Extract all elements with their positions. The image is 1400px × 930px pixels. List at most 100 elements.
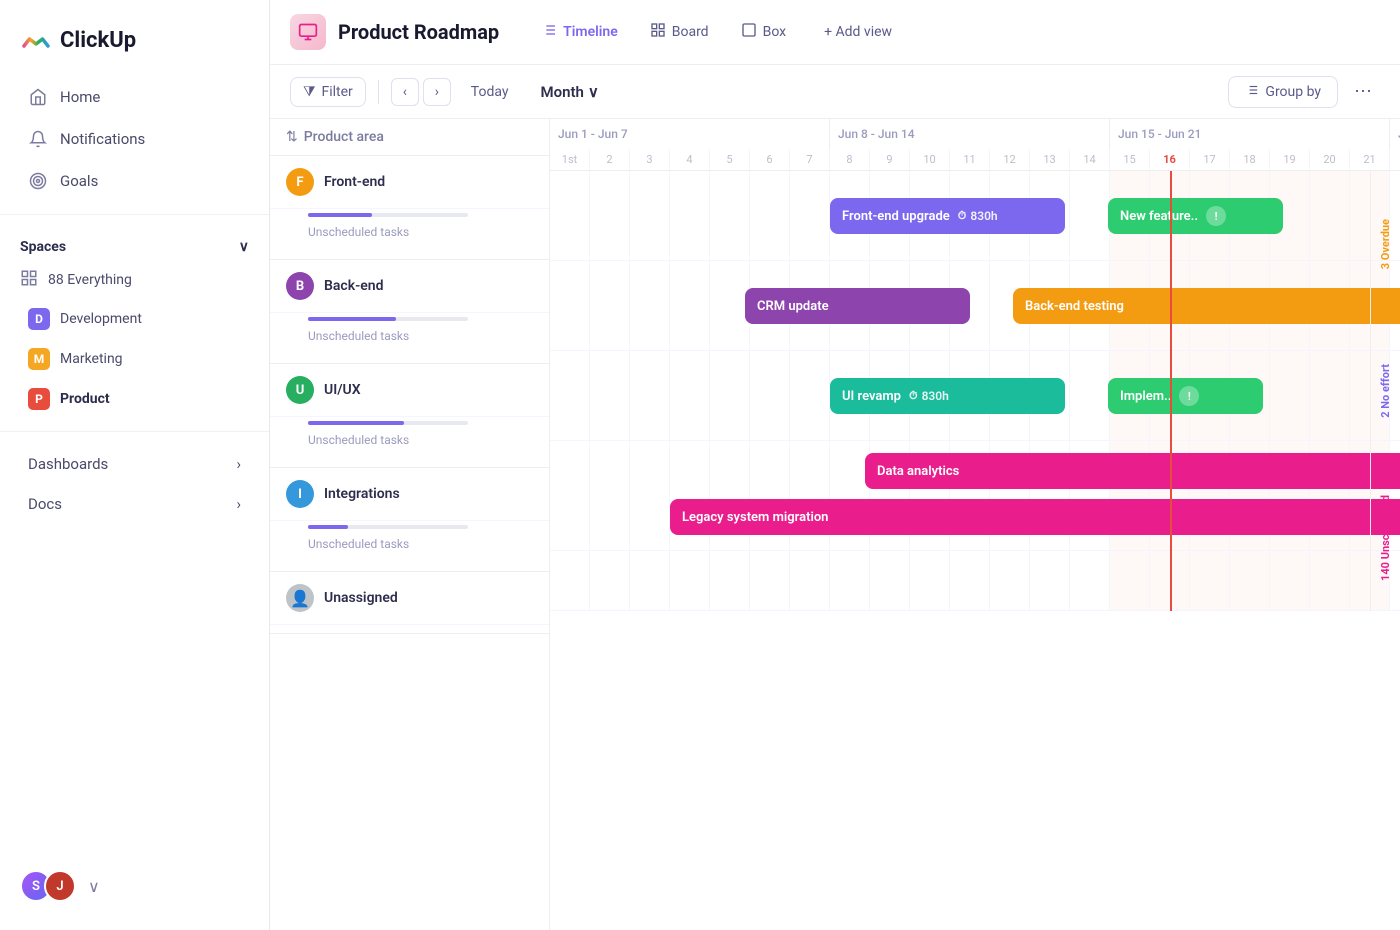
bar-alert-icon: !	[1206, 206, 1226, 226]
side-labels: 3 Overdue 2 No effort 140 Unscheduled	[1370, 171, 1400, 611]
bar-new-feature[interactable]: New feature.. !	[1108, 198, 1283, 234]
group-by-icon	[1245, 83, 1259, 101]
week-jun1-label: Jun 1 - Jun 7	[558, 127, 628, 141]
sidebar-item-notifications[interactable]: Notifications	[8, 119, 261, 159]
bar-label: Back-end testing	[1025, 299, 1124, 314]
sidebar-item-everything[interactable]: 88 Everything	[0, 261, 269, 299]
group-row-backend[interactable]: B Back-end	[270, 260, 549, 313]
project-icon	[290, 14, 326, 50]
user-dropdown-icon[interactable]: ∨	[88, 877, 100, 896]
month-button[interactable]: Month ∨	[529, 77, 611, 107]
bar-label: Implem..	[1120, 389, 1171, 404]
unscheduled-label-uiux: Unscheduled tasks	[308, 433, 549, 447]
bar-frontend-upgrade[interactable]: Front-end upgrade ⏱830h	[830, 198, 1065, 234]
sidebar-item-development[interactable]: D Development	[8, 300, 261, 338]
day-3: 3	[630, 149, 670, 170]
tab-board[interactable]: Board	[636, 16, 723, 48]
development-label: Development	[60, 311, 142, 327]
group-row-frontend[interactable]: F Front-end	[270, 156, 549, 209]
timeline-row-backend: CRM update Back-end testing	[550, 261, 1400, 351]
sidebar-item-marketing[interactable]: M Marketing	[8, 340, 261, 378]
day-4: 4	[670, 149, 710, 170]
home-label: Home	[60, 88, 100, 106]
week-jun15-label: Jun 15 - Jun 21	[1118, 127, 1201, 141]
column-header: ⇅ Product area	[270, 119, 549, 156]
bar-legacy-migration[interactable]: Legacy system migration ⏱830h	[670, 499, 1400, 535]
group-unassigned: 👤 Unassigned	[270, 572, 549, 634]
day-20: 20	[1310, 149, 1350, 170]
sidebar-item-goals[interactable]: Goals	[8, 161, 261, 201]
sidebar-item-product[interactable]: P Product	[8, 380, 261, 418]
dashboards-expand-icon: ›	[236, 455, 241, 473]
filter-button[interactable]: ⧩ Filter	[290, 77, 366, 107]
avatar-integrations: I	[286, 480, 314, 508]
timeline-area: ⇅ Product area F Front-end Unscheduled t…	[270, 119, 1400, 930]
group-row-unassigned[interactable]: 👤 Unassigned	[270, 572, 549, 625]
group-row-uiux[interactable]: U UI/UX	[270, 364, 549, 417]
unscheduled-side-label: 140 Unscheduled	[1375, 483, 1396, 593]
group-row-integrations[interactable]: I Integrations	[270, 468, 549, 521]
day-7: 7	[790, 149, 830, 170]
bar-label: Front-end upgrade	[842, 209, 950, 224]
bar-implement[interactable]: Implem.. !	[1108, 378, 1263, 414]
bar-ui-revamp[interactable]: UI revamp ⏱830h	[830, 378, 1065, 414]
today-button[interactable]: Today	[459, 78, 521, 106]
sidebar-item-dashboards[interactable]: Dashboards ›	[8, 445, 261, 483]
bar-label: CRM update	[757, 299, 829, 314]
sidebar-item-docs[interactable]: Docs ›	[8, 485, 261, 523]
add-view-button[interactable]: + Add view	[812, 18, 904, 46]
avatar-unassigned: 👤	[286, 584, 314, 612]
unscheduled-label-backend: Unscheduled tasks	[308, 329, 549, 343]
day-2: 2	[590, 149, 630, 170]
board-tab-icon	[650, 22, 666, 42]
dashboards-label: Dashboards	[28, 455, 108, 473]
bar-label: Legacy system migration	[682, 510, 828, 525]
everything-icon	[20, 269, 38, 291]
sidebar-divider-1	[0, 214, 269, 215]
group-backend: B Back-end Unscheduled tasks	[270, 260, 549, 364]
goals-label: Goals	[60, 172, 98, 190]
week-jun23: Jun 23 - Jun	[1390, 119, 1400, 149]
month-dropdown-icon: ∨	[588, 83, 599, 101]
spaces-section-header: Spaces ∨	[0, 227, 269, 261]
tab-box[interactable]: Box	[727, 16, 801, 48]
tab-timeline[interactable]: Timeline	[527, 16, 632, 48]
left-panel: ⇅ Product area F Front-end Unscheduled t…	[270, 119, 550, 930]
bar-crm-update[interactable]: CRM update	[745, 288, 970, 324]
view-tabs: Timeline Board Box	[527, 16, 800, 48]
next-btn[interactable]: ›	[423, 78, 451, 106]
sidebar-item-home[interactable]: Home	[8, 77, 261, 117]
avatar-frontend: F	[286, 168, 314, 196]
logo-text: ClickUp	[60, 28, 136, 53]
bar-backend-testing[interactable]: Back-end testing	[1013, 288, 1400, 324]
topbar: Product Roadmap Timeline Board Box	[270, 0, 1400, 65]
add-view-label: + Add view	[824, 24, 892, 40]
day-10: 10	[910, 149, 950, 170]
spaces-collapse-icon[interactable]: ∨	[239, 239, 249, 255]
progress-backend	[308, 317, 549, 321]
day-13: 13	[1030, 149, 1070, 170]
nav-arrows: ‹ ›	[391, 78, 451, 106]
prev-btn[interactable]: ‹	[391, 78, 419, 106]
week-jun8-label: Jun 8 - Jun 14	[838, 127, 915, 141]
timeline-row-integrations: Data analytics Legacy system migration ⏱…	[550, 441, 1400, 551]
filter-icon: ⧩	[303, 84, 316, 100]
group-by-button[interactable]: Group by	[1228, 76, 1338, 108]
box-tab-icon	[741, 22, 757, 42]
week-jun1: Jun 1 - Jun 7	[550, 119, 830, 149]
main-content: Product Roadmap Timeline Board Box	[270, 0, 1400, 930]
filterbar-divider	[378, 80, 379, 104]
docs-expand-icon: ›	[236, 495, 241, 513]
product-badge: P	[28, 388, 50, 410]
column-header-label: Product area	[304, 129, 384, 145]
week-jun15: Jun 15 - Jun 21	[1110, 119, 1390, 149]
day-18: 18	[1230, 149, 1270, 170]
day-15: 15	[1110, 149, 1150, 170]
timeline-row-unassigned	[550, 551, 1400, 611]
more-options-button[interactable]: ⋯	[1346, 75, 1380, 108]
day-5: 5	[710, 149, 750, 170]
day-1: 1st	[550, 149, 590, 170]
day-12: 12	[990, 149, 1030, 170]
bar-data-analytics[interactable]: Data analytics	[865, 453, 1400, 489]
group-name-unassigned: Unassigned	[324, 590, 398, 606]
